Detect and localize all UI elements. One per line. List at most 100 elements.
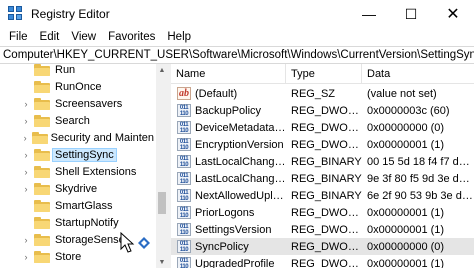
- value-name: SyncPolicy: [195, 240, 249, 253]
- column-header-data[interactable]: Data: [362, 64, 474, 84]
- tree-item-label: StorageSense: [55, 233, 125, 246]
- value-name: NextAllowedUploa...: [195, 189, 286, 202]
- value-type: REG_DWORD: [291, 138, 362, 151]
- value-name-cell: 011 110 UpgradedProfile: [171, 257, 286, 268]
- tree-item[interactable]: StartupNotify: [0, 214, 156, 231]
- menu-help[interactable]: Help: [161, 31, 197, 43]
- address-bar[interactable]: Computer\HKEY_CURRENT_USER\Software\Micr…: [0, 46, 474, 64]
- value-name: LastLocalChangeT...: [195, 155, 286, 168]
- value-row[interactable]: 011 110 PriorLogons REG_DWORD 0x00000001 (1…: [171, 204, 474, 221]
- value-row[interactable]: 011 110 UpgradedProfile REG_DWORD 0x0000000…: [171, 255, 474, 268]
- value-type: REG_DWORD: [291, 206, 362, 219]
- expand-chevron-icon[interactable]: ›: [20, 184, 32, 194]
- binary-value-icon: 011 110: [177, 138, 191, 151]
- minimize-button[interactable]: —: [348, 0, 390, 28]
- folder-icon: [34, 97, 50, 110]
- tree-item[interactable]: › Screensavers: [0, 95, 156, 112]
- expand-chevron-icon[interactable]: ›: [20, 116, 32, 126]
- binary-value-icon: 011 110: [177, 223, 191, 236]
- binary-value-icon: 011 110: [177, 257, 191, 268]
- value-data: 00 15 5d 18 f4 f7 d2 01: [367, 155, 474, 168]
- value-row[interactable]: 011 110 NextAllowedUploa... REG_BINARY 6e 2…: [171, 187, 474, 204]
- menu-view[interactable]: View: [65, 31, 102, 43]
- tree-vertical-scrollbar[interactable]: ▲ ▼: [156, 64, 168, 268]
- value-data: 0x00000000 (0): [367, 121, 445, 134]
- binary-value-icon: 011 110: [177, 189, 191, 202]
- column-header-type[interactable]: Type: [286, 64, 362, 84]
- string-value-icon: ab: [177, 87, 191, 100]
- tree-item[interactable]: SmartGlass: [0, 197, 156, 214]
- binary-value-icon: 011 110: [177, 240, 191, 253]
- menu-edit[interactable]: Edit: [34, 31, 66, 43]
- address-path: Computer\HKEY_CURRENT_USER\Software\Micr…: [3, 49, 474, 61]
- value-name-cell: ab (Default): [171, 87, 286, 100]
- window-controls: — ☐ ✕: [348, 0, 474, 28]
- window-title: Registry Editor: [31, 7, 110, 21]
- value-row[interactable]: ab (Default) REG_SZ (value not set): [171, 85, 474, 102]
- value-name: (Default): [195, 87, 238, 100]
- value-name: PriorLogons: [195, 206, 255, 219]
- scroll-up-arrow-icon[interactable]: ▲: [156, 64, 168, 76]
- tree-item[interactable]: › SettingSync: [0, 146, 156, 163]
- value-type: REG_BINARY: [291, 155, 362, 168]
- value-name-cell: 011 110 NextAllowedUploa...: [171, 189, 286, 202]
- expand-chevron-icon[interactable]: ›: [20, 133, 30, 143]
- binary-value-icon: 011 110: [177, 172, 191, 185]
- value-type: REG_SZ: [291, 87, 336, 100]
- folder-icon: [34, 64, 50, 76]
- value-name-cell: 011 110 DeviceMetadataU...: [171, 121, 286, 134]
- value-type: REG_DWORD: [291, 240, 362, 253]
- value-name: SettingsVersion: [195, 223, 272, 236]
- tree-item-label: Shell Extensions: [55, 165, 137, 178]
- folder-icon: [34, 182, 50, 195]
- column-header-name[interactable]: Name: [171, 64, 286, 84]
- expand-chevron-icon[interactable]: ›: [20, 150, 32, 160]
- menu-bar: File Edit View Favorites Help: [0, 28, 474, 46]
- value-name-cell: 011 110 SyncPolicy: [171, 240, 286, 253]
- tree-item-label: Run: [55, 64, 76, 76]
- value-data: 0x00000001 (1): [367, 257, 445, 268]
- folder-icon: [34, 148, 50, 161]
- value-name-cell: 011 110 LastLocalChangeT...: [171, 155, 286, 168]
- scroll-thumb[interactable]: [158, 192, 166, 214]
- value-row[interactable]: 011 110 SyncPolicy REG_DWORD 0x00000000 (0): [171, 238, 474, 255]
- binary-value-icon: 011 110: [177, 155, 191, 168]
- expand-chevron-icon[interactable]: ›: [20, 252, 32, 262]
- value-name: UpgradedProfile: [195, 257, 275, 268]
- value-row[interactable]: 011 110 DeviceMetadataU... REG_DWORD 0x0000…: [171, 119, 474, 136]
- folder-icon: [34, 114, 50, 127]
- tree-item[interactable]: › Skydrive: [0, 180, 156, 197]
- folder-icon: [34, 250, 50, 263]
- tree-item[interactable]: › Security and Mainten: [0, 129, 156, 146]
- value-name-cell: 011 110 LastLocalChangeT...: [171, 172, 286, 185]
- value-data: 0x0000003c (60): [367, 104, 450, 117]
- value-type: REG_DWORD: [291, 257, 362, 268]
- menu-file[interactable]: File: [3, 31, 34, 43]
- folder-icon: [34, 165, 50, 178]
- folder-icon: [34, 233, 50, 246]
- close-button[interactable]: ✕: [432, 0, 474, 28]
- list-header: Name Type Data: [171, 64, 474, 84]
- value-data: 9e 3f 80 f5 9d 3e d3 01: [367, 172, 474, 185]
- value-data: 0x00000001 (1): [367, 206, 445, 219]
- maximize-button[interactable]: ☐: [390, 0, 432, 28]
- value-data: 0x00000001 (1): [367, 223, 445, 236]
- value-row[interactable]: 011 110 EncryptionVersion REG_DWORD 0x00000…: [171, 136, 474, 153]
- value-data: 0x00000001 (1): [367, 138, 445, 151]
- value-name: EncryptionVersion: [195, 138, 284, 151]
- value-row[interactable]: 011 110 LastLocalChangeT... REG_BINARY 9e 3…: [171, 170, 474, 187]
- scroll-down-arrow-icon[interactable]: ▼: [156, 256, 168, 268]
- value-row[interactable]: 011 110 LastLocalChangeT... REG_BINARY 00 1…: [171, 153, 474, 170]
- mouse-pointer-icon: [120, 232, 135, 253]
- expand-chevron-icon[interactable]: ›: [20, 99, 32, 109]
- value-row[interactable]: 011 110 BackupPolicy REG_DWORD 0x0000003c (…: [171, 102, 474, 119]
- menu-favorites[interactable]: Favorites: [102, 31, 161, 43]
- expand-chevron-icon[interactable]: ›: [20, 167, 32, 177]
- tree-item[interactable]: › Search: [0, 112, 156, 129]
- tree-item[interactable]: › Shell Extensions: [0, 163, 156, 180]
- value-row[interactable]: 011 110 SettingsVersion REG_DWORD 0x0000000…: [171, 221, 474, 238]
- value-type: REG_BINARY: [291, 172, 362, 185]
- tree-item[interactable]: Run: [0, 64, 156, 78]
- expand-chevron-icon[interactable]: ›: [20, 235, 32, 245]
- tree-item[interactable]: RunOnce: [0, 78, 156, 95]
